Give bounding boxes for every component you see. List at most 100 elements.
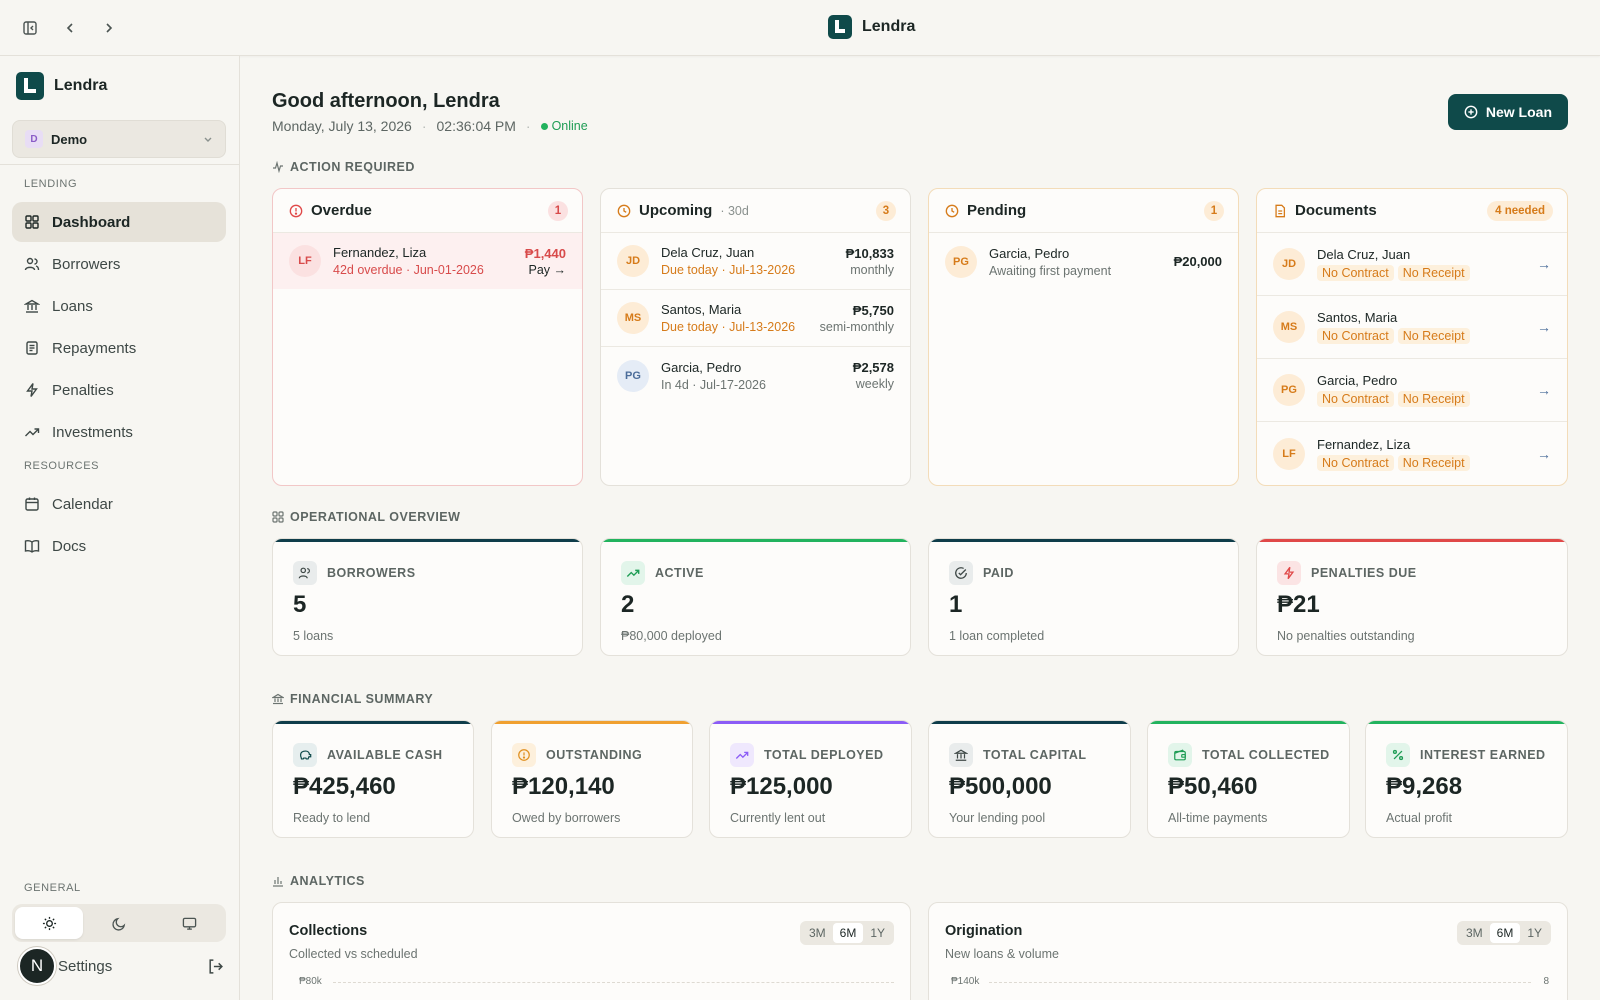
avatar: JD (1273, 248, 1305, 280)
due-meta: Due today · Jul-13-2026 (661, 263, 796, 277)
range-6m[interactable]: 6M (1489, 923, 1521, 943)
trend-icon (730, 743, 754, 767)
stat-value: ₱125,000 (730, 773, 833, 800)
chart-subtitle: New loans & volume (945, 947, 1059, 961)
borrower-name: Garcia, Pedro (1317, 373, 1398, 388)
sidebar-item-repayments[interactable]: Repayments (12, 328, 226, 368)
sidebar-item-penalties[interactable]: Penalties (12, 370, 226, 410)
arrow-right-icon[interactable]: → (1537, 446, 1551, 462)
stat-caption: 5 loans (293, 629, 334, 643)
sun-icon (42, 916, 56, 930)
upcoming-card: Upcoming · 30d 3 JD Dela Cruz, Juan Due t… (600, 188, 911, 486)
penalties-stat-card[interactable]: PENALTIES DUE ₱21 No penalties outstandi… (1256, 538, 1568, 656)
frequency: weekly (855, 377, 894, 391)
missing-receipt-tag: No Receipt (1397, 391, 1470, 407)
accent-bar (1148, 721, 1349, 724)
sidebar-item-calendar[interactable]: Calendar (12, 484, 226, 524)
stat-label: INTEREST EARNED (1420, 748, 1546, 762)
total-capital-card[interactable]: TOTAL CAPITAL ₱500,000 Your lending pool (928, 720, 1131, 838)
sidebar-item-docs[interactable]: Docs (12, 526, 226, 566)
due-meta: In 4d · Jul-17-2026 (661, 377, 766, 392)
outstanding-card[interactable]: OUTSTANDING ₱120,140 Owed by borrowers (491, 720, 693, 838)
wallet-icon (1168, 743, 1192, 767)
arrow-right-icon[interactable]: → (1537, 256, 1551, 272)
list-item[interactable]: JD Dela Cruz, Juan No Contract No Receipt … (1257, 233, 1567, 296)
stat-label: TOTAL DEPLOYED (764, 748, 884, 762)
section-financial-summary: FINANCIAL SUMMARY (272, 692, 433, 706)
settings-label: Settings (58, 957, 113, 975)
logout-icon[interactable] (207, 958, 224, 975)
stat-value: ₱120,140 (512, 773, 615, 800)
light-theme-button[interactable] (15, 907, 83, 939)
interest-earned-card[interactable]: INTEREST EARNED ₱9,268 Actual profit (1365, 720, 1568, 838)
list-item[interactable]: PG Garcia, Pedro In 4d · Jul-17-2026 ₱2,5… (601, 347, 910, 404)
missing-receipt-tag: No Receipt (1397, 328, 1470, 344)
sidebar-item-loans[interactable]: Loans (12, 286, 226, 326)
count-badge: 1 (548, 200, 568, 221)
sidebar-item-investments[interactable]: Investments (12, 412, 226, 452)
sidebar-item-label: Penalties (52, 381, 114, 399)
list-item[interactable]: LF Fernandez, Liza No Contract No Receipt … (1257, 422, 1567, 485)
list-item[interactable]: MS Santos, Maria Due today · Jul-13-2026 … (601, 290, 910, 347)
user-avatar[interactable]: N (18, 947, 56, 985)
bank-icon (949, 743, 973, 767)
back-chevron-icon[interactable] (59, 17, 81, 39)
range-3m[interactable]: 3M (1459, 923, 1490, 943)
amount: ₱5,750 (852, 302, 894, 318)
settings-row[interactable]: N Settings (18, 946, 224, 986)
stat-caption: Owed by borrowers (512, 811, 621, 825)
sidebar-item-label: Investments (52, 423, 133, 441)
avatar: MS (617, 302, 649, 334)
current-time: 02:36:04 PM (436, 118, 516, 134)
card-title: Upcoming (639, 202, 713, 219)
accent-bar (710, 721, 911, 724)
list-item[interactable]: PG Garcia, Pedro No Contract No Receipt → (1257, 359, 1567, 422)
users-icon (293, 561, 317, 585)
pay-link[interactable]: Pay → (525, 263, 566, 277)
documents-card: Documents 4 needed JD Dela Cruz, Juan No … (1256, 188, 1568, 486)
sidebar-item-borrowers[interactable]: Borrowers (12, 244, 226, 284)
workspace-badge: D (25, 130, 43, 148)
stat-label: TOTAL COLLECTED (1202, 748, 1330, 762)
stat-label: ACTIVE (655, 566, 704, 580)
sidebar-item-dashboard[interactable]: Dashboard (12, 202, 226, 242)
active-stat-card[interactable]: ACTIVE 2 ₱80,000 deployed (600, 538, 911, 656)
list-item[interactable]: JD Dela Cruz, Juan Due today · Jul-13-202… (601, 233, 910, 290)
total-deployed-card[interactable]: TOTAL DEPLOYED ₱125,000 Currently lent o… (709, 720, 912, 838)
stat-label: OUTSTANDING (546, 748, 643, 762)
range-6m[interactable]: 6M (832, 923, 864, 943)
activity-icon (273, 161, 283, 173)
range-3m[interactable]: 3M (802, 923, 833, 943)
paid-stat-card[interactable]: PAID 1 1 loan completed (928, 538, 1239, 656)
avatar: LF (289, 245, 321, 277)
range-1y[interactable]: 1Y (863, 923, 892, 943)
accent-bar (929, 721, 1130, 724)
new-loan-button[interactable]: New Loan (1447, 94, 1568, 130)
stat-label: PAID (983, 566, 1014, 580)
borrowers-stat-card[interactable]: BORROWERS 5 5 loans (272, 538, 583, 656)
list-item[interactable]: MS Santos, Maria No Contract No Receipt → (1257, 296, 1567, 359)
avatar: PG (1273, 374, 1305, 406)
workspace-select[interactable]: D Demo (12, 120, 226, 158)
dashboard-icon (25, 215, 39, 229)
borrower-name: Fernandez, Liza (1317, 436, 1411, 452)
gridline (333, 982, 894, 983)
arrow-right-icon[interactable]: → (1537, 319, 1551, 335)
arrow-right-icon[interactable]: → (1537, 382, 1551, 398)
forward-chevron-icon[interactable] (98, 17, 120, 39)
available-cash-card[interactable]: AVAILABLE CASH ₱425,460 Ready to lend (272, 720, 474, 838)
list-item[interactable]: LF Fernandez, Liza 42d overdue · Jun-01-… (273, 233, 582, 289)
dark-theme-button[interactable] (85, 907, 153, 939)
y-tick-label-right: 8 (1543, 976, 1549, 987)
date-time-line: Monday, July 13, 2026 · 02:36:04 PM · On… (272, 118, 588, 134)
sidebar-brand[interactable]: Lendra (16, 72, 107, 100)
missing-contract-tag: No Contract (1317, 265, 1394, 281)
total-collected-card[interactable]: TOTAL COLLECTED ₱50,460 All-time payment… (1147, 720, 1350, 838)
alert-circle-icon (512, 743, 536, 767)
online-status: Online (540, 119, 588, 133)
borrower-name: Dela Cruz, Juan (661, 245, 755, 260)
sidebar-toggle-icon[interactable] (19, 17, 41, 39)
list-item[interactable]: PG Garcia, Pedro Awaiting first payment ₱… (929, 233, 1238, 290)
range-1y[interactable]: 1Y (1520, 923, 1549, 943)
system-theme-button[interactable] (155, 907, 223, 939)
